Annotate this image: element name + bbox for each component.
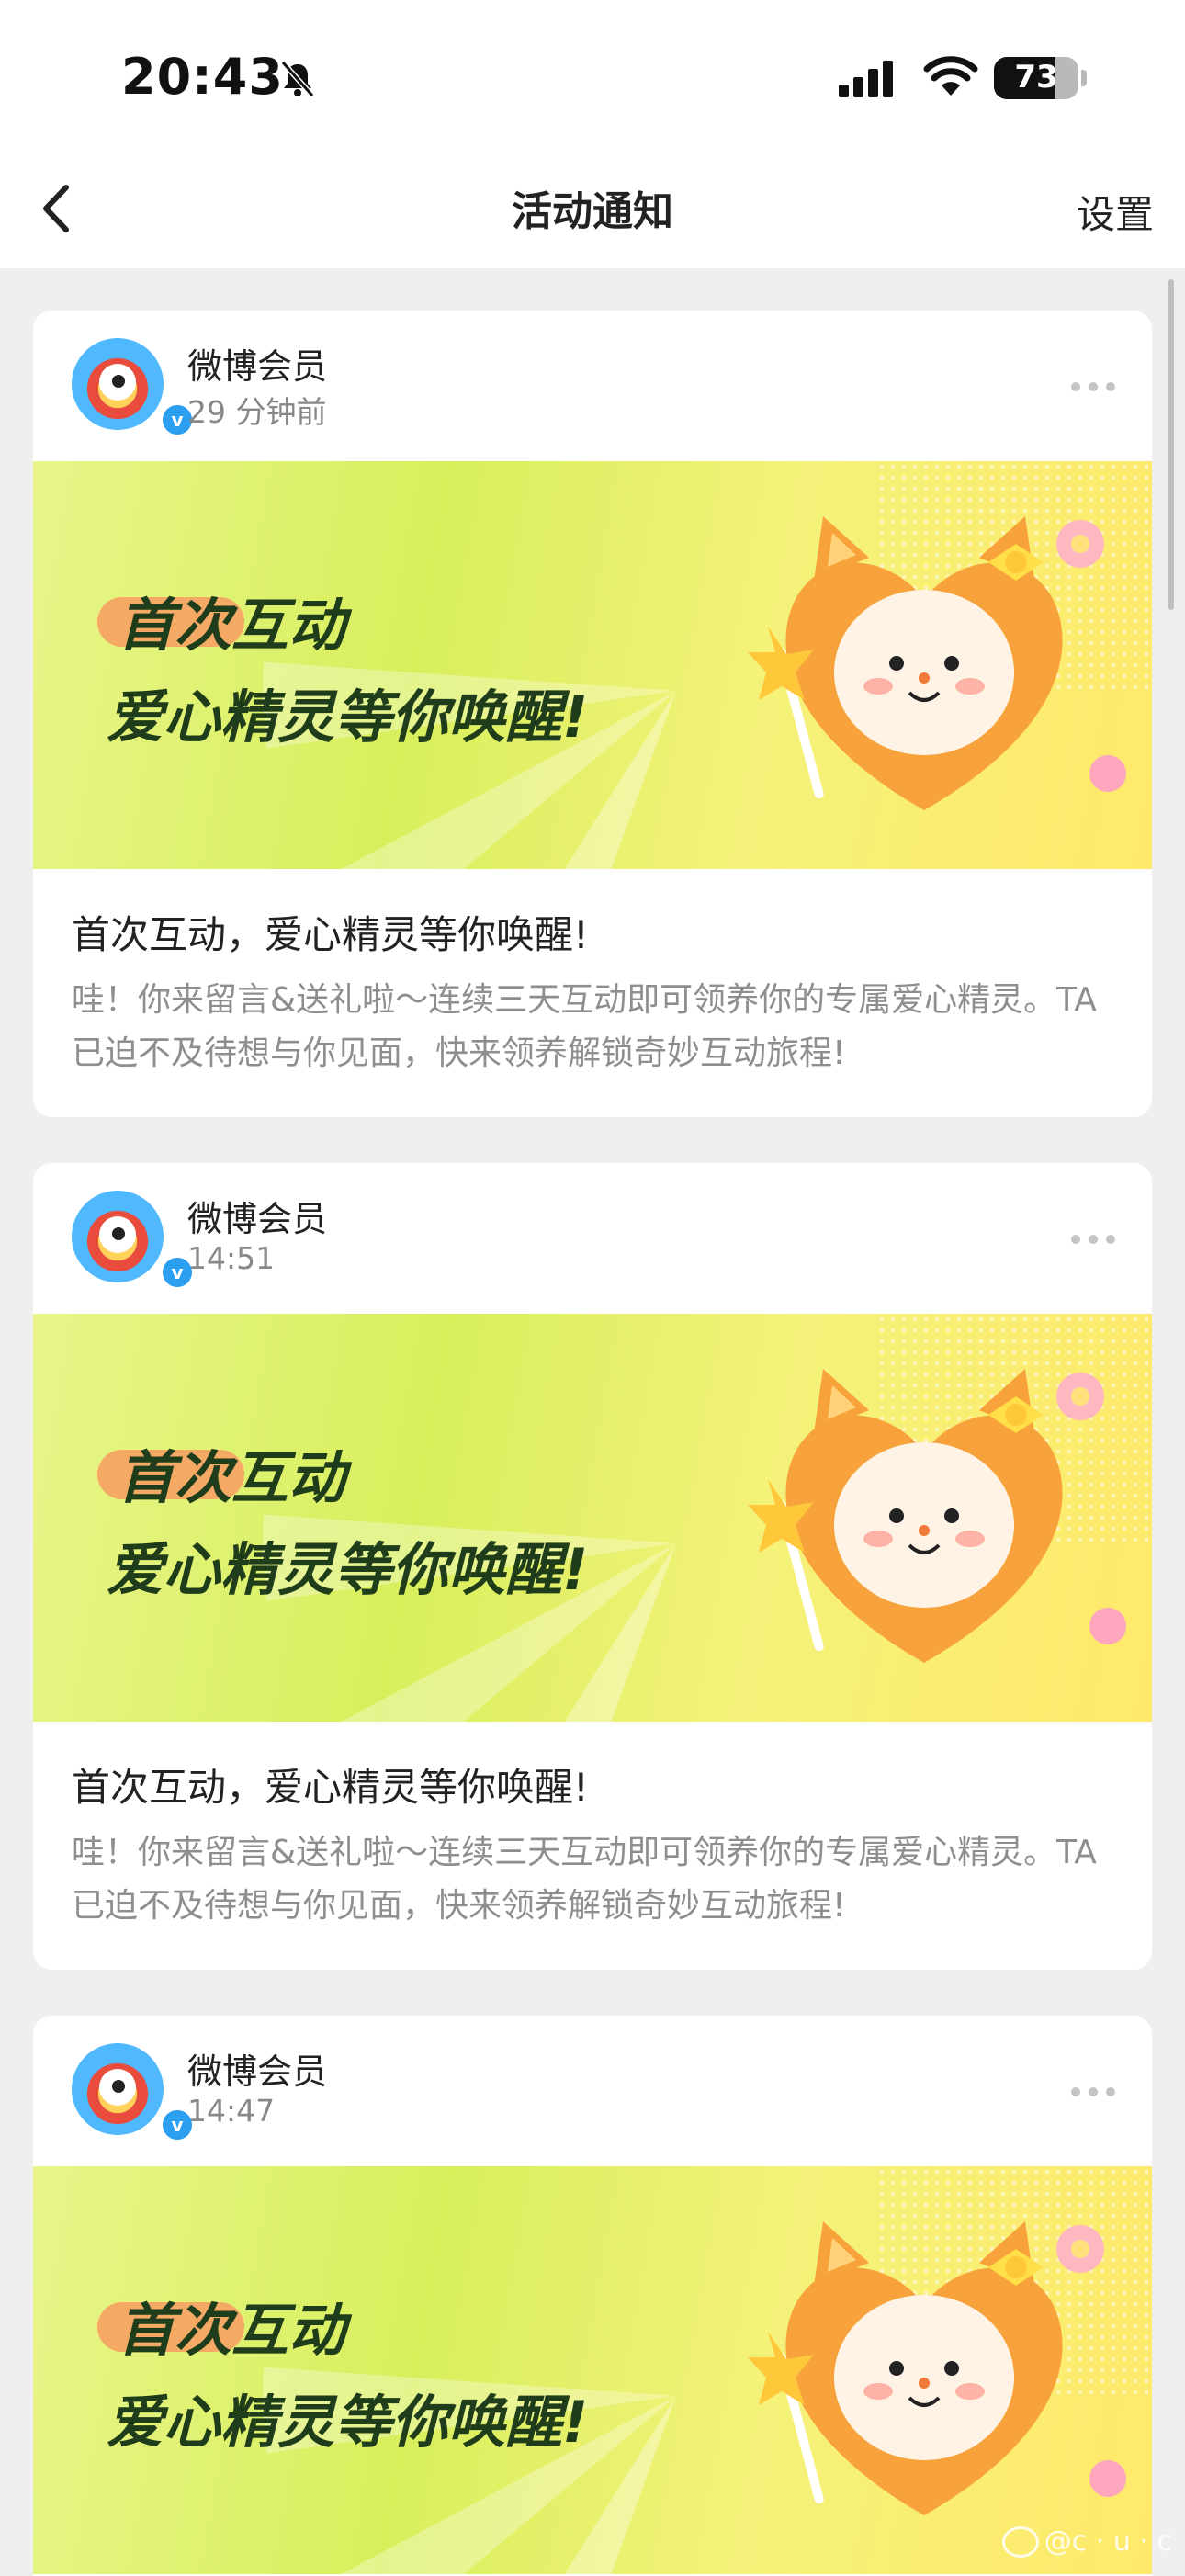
card-text: 哇！你来留言&送礼啦～连续三天互动即可领养你的专属爱心精灵。TA已迫不及待想与你…: [72, 981, 1097, 1072]
notification-card[interactable]: v 微博会员 14:47 首次互动 爱心精灵等你唤醒!: [33, 2016, 1152, 2576]
card-text: 哇！你来留言&送礼啦～连续三天互动即可领养你的专属爱心精灵。TA已迫不及待想与你…: [72, 1834, 1097, 1925]
settings-button[interactable]: 设置: [1077, 184, 1154, 240]
avatar-eye: [112, 1227, 125, 1240]
banner-image[interactable]: 首次互动 爱心精灵等你唤醒!: [33, 2166, 1152, 2574]
notification-card[interactable]: v 微博会员 29 分钟前 首次互动 爱心精灵等你唤醒! 首次互动，爱心精灵等你…: [33, 311, 1152, 1117]
more-options-icon[interactable]: [1071, 382, 1115, 391]
banner-headline: 首次互动: [118, 592, 346, 659]
heart-spirit-mascot-icon: [748, 516, 1126, 810]
watermark-text: @c · u · c: [1044, 2525, 1172, 2558]
battery-indicator: 73: [994, 57, 1078, 99]
card-title[interactable]: 首次互动，爱心精灵等你唤醒!: [72, 910, 1113, 961]
status-time: 20:43: [121, 48, 284, 106]
banner-subheadline: 爱心精灵等你唤醒!: [107, 1536, 589, 1603]
card-header: v 微博会员 29 分钟前: [33, 311, 1152, 461]
card-content: 首次互动，爱心精灵等你唤醒! 哇！你来留言&送礼啦～连续三天互动即可领养你的专属…: [33, 869, 1152, 1117]
notification-card[interactable]: v 微博会员 14:51 首次互动 爱心精灵等你唤醒! 首次互动，爱心精灵等你唤…: [33, 1163, 1152, 1970]
scrollbar[interactable]: [1168, 279, 1174, 610]
more-options-icon[interactable]: [1071, 2087, 1115, 2096]
avatar-eye: [112, 2080, 125, 2093]
sender-name[interactable]: 微博会员: [187, 2043, 327, 2094]
heart-spirit-mascot-icon: [748, 1369, 1126, 1663]
cellular-signal-icon: [839, 61, 893, 97]
battery-cap: [1081, 70, 1087, 86]
card-content: 首次互动，爱心精灵等你唤醒! 哇！你来留言&送礼啦～连续三天互动即可领养你的专属…: [33, 1722, 1152, 1970]
navigation-bar: 活动通知 设置: [0, 156, 1185, 268]
avatar[interactable]: [72, 1191, 164, 1282]
avatar-eye: [112, 375, 125, 388]
weibo-logo-icon: [1001, 2525, 1039, 2558]
status-bar: 20:43 73: [0, 0, 1185, 156]
timestamp: 14:51: [187, 1240, 276, 1276]
banner-headline: 首次互动: [118, 1444, 346, 1511]
battery-level: 73: [1014, 59, 1058, 96]
timestamp: 29 分钟前: [187, 394, 327, 430]
more-options-icon[interactable]: [1071, 1235, 1115, 1244]
watermark: @c · u · c: [1001, 2525, 1172, 2558]
avatar[interactable]: [72, 2043, 164, 2135]
banner-image[interactable]: 首次互动 爱心精灵等你唤醒!: [33, 461, 1152, 869]
page-title: 活动通知: [512, 188, 673, 235]
banner-subheadline: 爱心精灵等你唤醒!: [107, 684, 589, 751]
card-header: v 微博会员 14:47: [33, 2016, 1152, 2166]
bell-muted-icon: [280, 61, 315, 97]
sender-name[interactable]: 微博会员: [187, 338, 327, 389]
timestamp: 14:47: [187, 2093, 276, 2129]
heart-spirit-mascot-icon: [748, 2221, 1126, 2515]
card-header: v 微博会员 14:51: [33, 1163, 1152, 1314]
banner-subheadline: 爱心精灵等你唤醒!: [107, 2389, 589, 2456]
card-title[interactable]: 首次互动，爱心精灵等你唤醒!: [72, 1762, 1113, 1813]
banner-headline: 首次互动: [118, 2297, 346, 2364]
avatar[interactable]: [72, 338, 164, 430]
wifi-icon: [923, 56, 978, 96]
sender-name[interactable]: 微博会员: [187, 1191, 327, 1241]
banner-image[interactable]: 首次互动 爱心精灵等你唤醒!: [33, 1314, 1152, 1722]
